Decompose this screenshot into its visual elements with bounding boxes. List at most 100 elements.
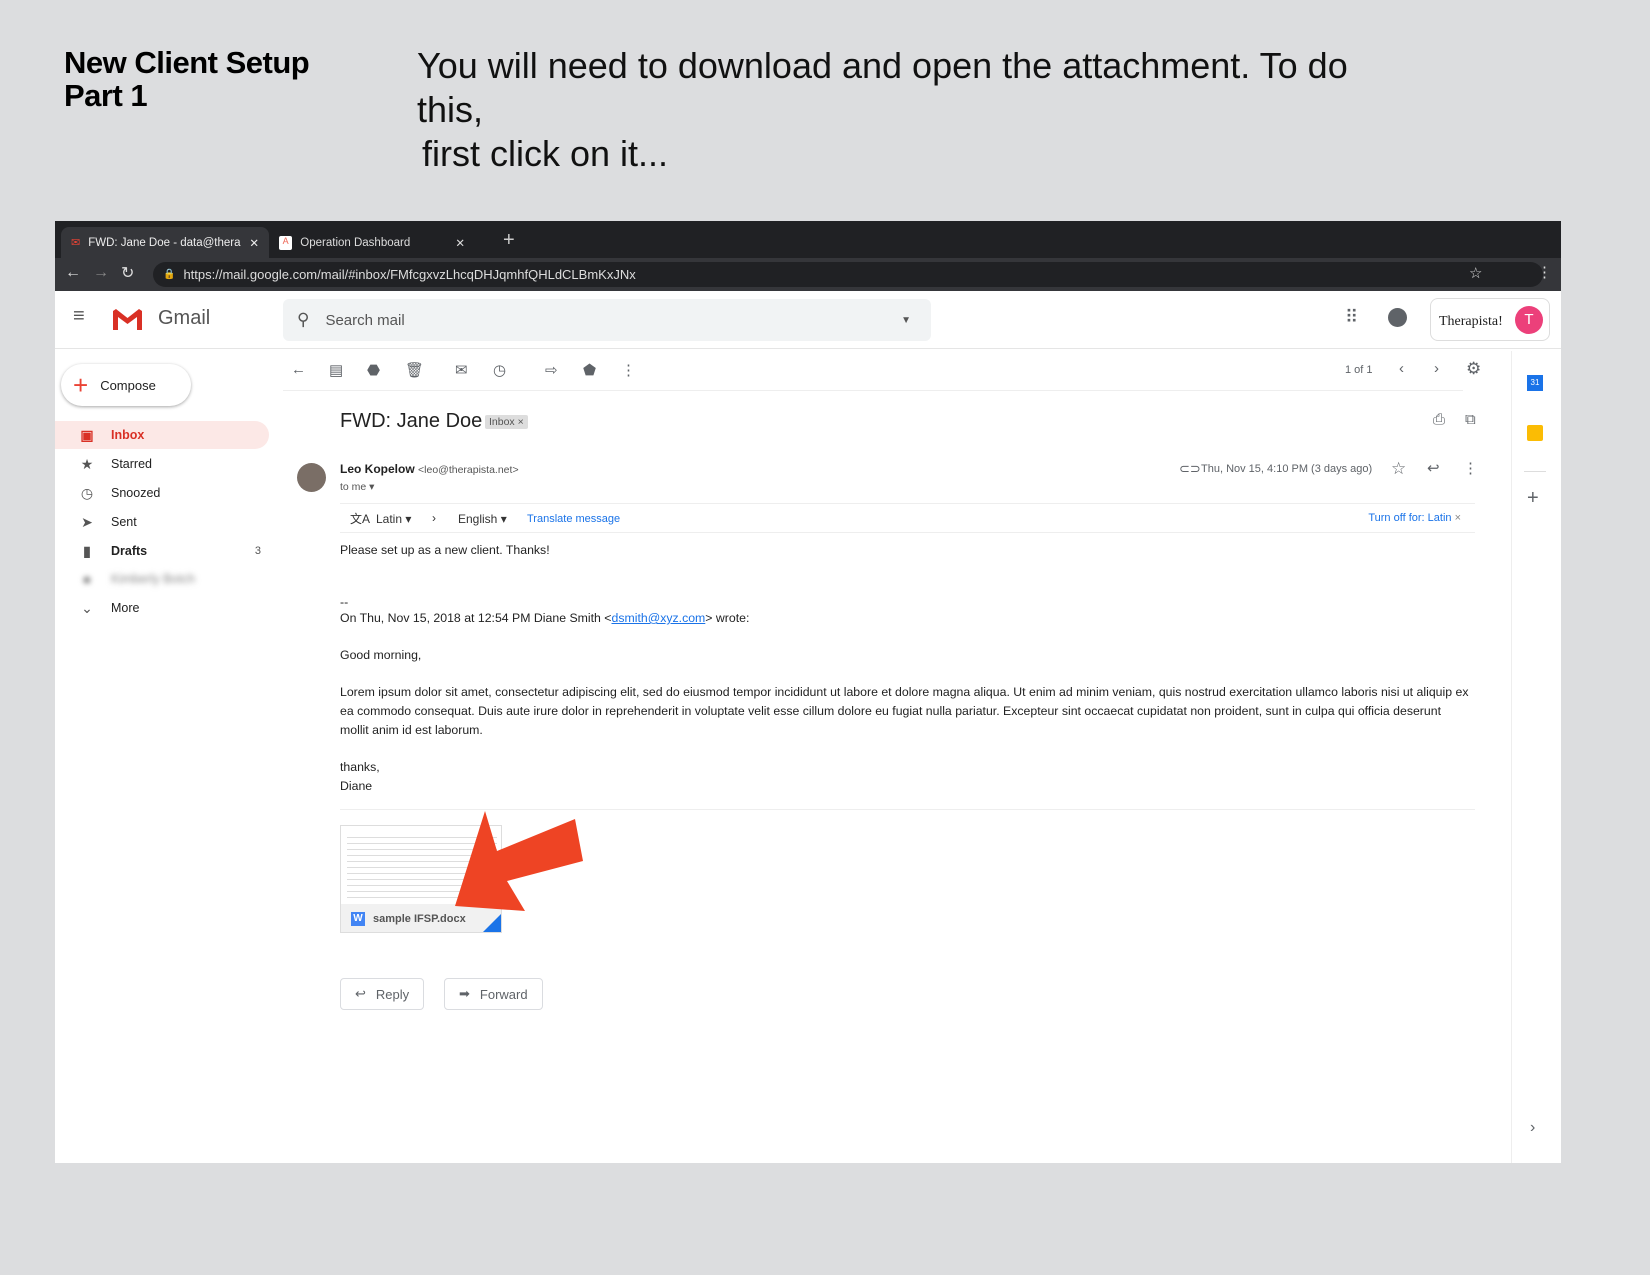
- notifications-icon[interactable]: [1388, 308, 1407, 327]
- gmail-wordmark: Gmail: [158, 307, 211, 329]
- forward-icon: ➡: [459, 986, 470, 1001]
- send-icon: ➤: [81, 513, 93, 530]
- older-icon[interactable]: ›: [1434, 360, 1439, 377]
- print-icon[interactable]: ⎙: [1433, 411, 1445, 428]
- more-icon[interactable]: ⋮: [621, 361, 636, 379]
- quoted-header: On Thu, Nov 15, 2018 at 12:54 PM Diane S…: [340, 611, 750, 625]
- reply-icon: ↩: [355, 986, 366, 1001]
- tab-bar: ✉ FWD: Jane Doe - data@therapi ✕ A Operatio…: [55, 221, 1561, 258]
- move-to-icon[interactable]: ⇨: [545, 361, 558, 379]
- word-doc-icon: W: [351, 912, 365, 926]
- sidebar-item-label[interactable]: ● Kimberly Botch: [55, 565, 269, 593]
- translate-message-link[interactable]: Translate message: [527, 513, 620, 525]
- email-subject: FWD: Jane Doe: [340, 410, 483, 432]
- snooze-icon[interactable]: ◷: [493, 361, 506, 379]
- star-icon[interactable]: ☆: [1391, 459, 1406, 479]
- email-body-line: Good morning,: [340, 648, 422, 662]
- inbox-label-chip[interactable]: Inbox ×: [485, 415, 528, 429]
- delete-icon[interactable]: 🗑: [405, 361, 424, 379]
- page-title: New Client Setup Part 1: [64, 45, 310, 113]
- email-link[interactable]: dsmith@xyz.com: [612, 611, 706, 625]
- attachment-icon: ⊂⊃: [1179, 461, 1201, 476]
- more-icon[interactable]: ⋮: [1463, 459, 1478, 477]
- reply-button[interactable]: ↩ Reply: [340, 978, 425, 1010]
- divider: [340, 809, 1475, 810]
- sidebar-item-inbox[interactable]: ▣ Inbox: [55, 421, 269, 449]
- translate-bar: 文A Latin ▾ › English ▾ Translate message…: [340, 503, 1475, 533]
- forward-button[interactable]: ➡ Forward: [444, 978, 543, 1010]
- hamburger-menu-icon[interactable]: ≡: [73, 305, 85, 328]
- star-icon: ★: [80, 455, 94, 472]
- settings-gear-icon[interactable]: ⚙: [1466, 359, 1481, 379]
- account-switcher[interactable]: Therapista! T: [1430, 298, 1550, 341]
- tab-gmail[interactable]: ✉ FWD: Jane Doe - data@therapi ✕: [61, 227, 269, 258]
- gmail-logo-icon: [113, 309, 142, 330]
- close-icon[interactable]: ✕: [249, 236, 259, 250]
- lock-icon: 🔒: [163, 269, 176, 280]
- app-icon: A: [279, 235, 293, 250]
- label-icon[interactable]: ⬟: [583, 361, 596, 379]
- report-spam-icon[interactable]: ⬣: [367, 361, 380, 379]
- address-bar: ← → ↻ 🔒 https://mail.google.com/mail/#inb…: [55, 258, 1561, 291]
- open-new-window-icon[interactable]: ⧉: [1465, 411, 1476, 428]
- draft-icon: ▮: [83, 542, 91, 559]
- email-body-paragraph: Lorem ipsum dolor sit amet, consectetur …: [340, 685, 1469, 737]
- recipient-details[interactable]: to me ▾: [340, 481, 374, 493]
- sender-avatar: [297, 463, 326, 492]
- gmail-icon: ✉: [71, 237, 81, 249]
- menu-icon[interactable]: ⋮: [1537, 263, 1552, 281]
- forward-icon[interactable]: →: [93, 264, 109, 282]
- email-date: Thu, Nov 15, 4:10 PM (3 days ago): [1201, 463, 1373, 475]
- target-language-select[interactable]: English ▾: [458, 512, 507, 526]
- add-addon-icon[interactable]: +: [1527, 487, 1539, 510]
- pager-text: 1 of 1: [1345, 364, 1373, 376]
- therapista-logo: Therapista!: [1439, 314, 1503, 329]
- plus-icon: +: [73, 370, 89, 400]
- clock-icon: ◷: [80, 484, 94, 501]
- close-icon[interactable]: ✕: [455, 236, 465, 250]
- browser-window: ✉ FWD: Jane Doe - data@therapi ✕ A Operatio…: [55, 221, 1561, 1163]
- sender-line: Leo Kopelow <leo@therapista.net>: [340, 462, 519, 476]
- instruction-text: You will need to download and open the a…: [417, 45, 1348, 174]
- sidebar-item-snoozed[interactable]: ◷ Snoozed: [55, 479, 269, 507]
- sidebar-item-drafts[interactable]: ▮ Drafts 3: [55, 537, 269, 565]
- calendar-icon[interactable]: 31: [1527, 375, 1543, 391]
- translate-icon: 文A: [350, 512, 371, 526]
- drafts-count: 3: [254, 545, 261, 557]
- back-icon[interactable]: ←: [291, 361, 306, 378]
- inbox-icon: ▣: [80, 426, 94, 443]
- search-options-icon[interactable]: ▼: [901, 315, 911, 326]
- back-icon[interactable]: ←: [65, 264, 81, 282]
- mark-unread-icon[interactable]: ✉: [455, 361, 468, 379]
- url-field[interactable]: 🔒 https://mail.google.com/mail/#inbox/FMf…: [153, 262, 1543, 287]
- email-body-line: Diane: [340, 779, 373, 793]
- side-panel: 31 + ›: [1511, 351, 1561, 1163]
- chevron-down-icon: ⌄: [81, 599, 93, 616]
- reply-icon[interactable]: ↩: [1427, 459, 1440, 477]
- turn-off-translate-link[interactable]: Turn off for: Latin ×: [1368, 512, 1461, 524]
- keep-icon[interactable]: [1527, 425, 1543, 441]
- label-icon: ●: [82, 571, 92, 587]
- sidebar-item-more[interactable]: ⌄ More: [55, 594, 269, 622]
- sidebar-item-starred[interactable]: ★ Starred: [55, 450, 269, 478]
- chevron-right-icon: ›: [432, 511, 436, 525]
- search-input[interactable]: ⚲ Search mail ▼: [283, 299, 931, 341]
- new-tab-button[interactable]: +: [503, 229, 515, 252]
- divider: [1524, 471, 1546, 472]
- message-toolbar: ← ▤ ⬣ 🗑 ✉ ◷ ⇨ ⬟ ⋮ 1 of 1 ‹ › ⚙: [283, 351, 1481, 391]
- reload-icon[interactable]: ↻: [121, 263, 134, 283]
- archive-icon[interactable]: ▤: [329, 361, 343, 379]
- source-language-select[interactable]: Latin ▾: [376, 512, 411, 526]
- sidebar-item-sent[interactable]: ➤ Sent: [55, 508, 269, 536]
- apps-grid-icon[interactable]: ⠿: [1345, 307, 1358, 328]
- compose-button[interactable]: + Compose: [61, 364, 191, 406]
- email-body-line: Please set up as a new client. Thanks!: [340, 543, 550, 557]
- gmail-header: ≡ Gmail ⚲ Search mail ▼ ⠿ Therapista! T: [55, 291, 1561, 349]
- bookmark-star-icon[interactable]: ☆: [1469, 264, 1482, 282]
- avatar[interactable]: T: [1515, 306, 1543, 334]
- tab-operation-dashboard[interactable]: A Operation Dashboard ✕: [269, 227, 475, 258]
- expand-panel-icon[interactable]: ›: [1530, 1119, 1535, 1137]
- newer-icon[interactable]: ‹: [1399, 360, 1404, 377]
- email-body-line: thanks,: [340, 760, 380, 774]
- search-icon: ⚲: [297, 310, 310, 329]
